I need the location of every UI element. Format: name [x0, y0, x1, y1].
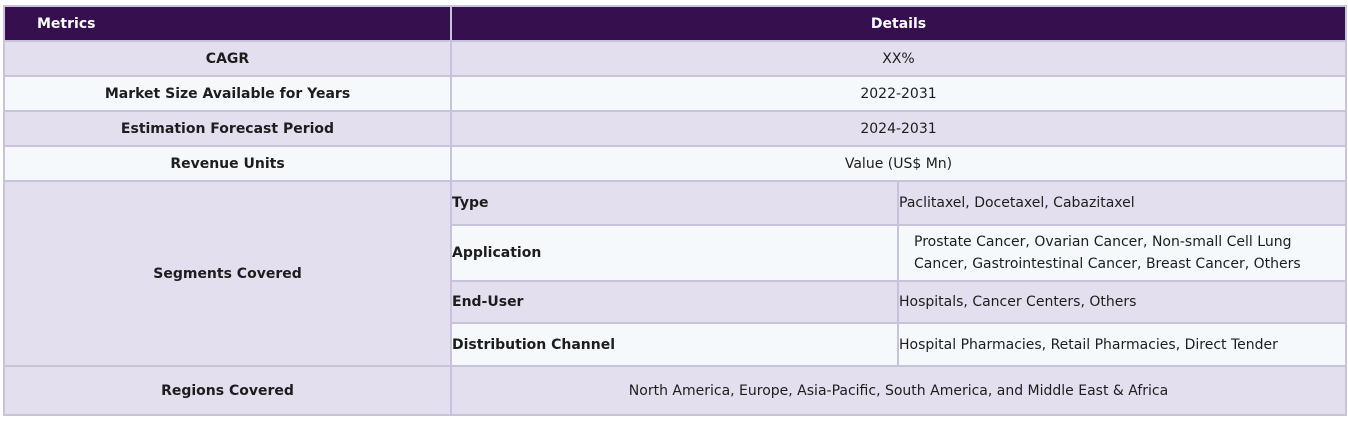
header-details: Details: [450, 5, 1347, 42]
value-cell: XX%: [450, 40, 1347, 77]
table-row: Regions Covered North America, Europe, A…: [3, 365, 1347, 416]
table-row: Market Size Available for Years 2022-203…: [3, 75, 1347, 112]
table-row: Revenue Units Value (US$ Mn): [3, 145, 1347, 182]
segment-key: Application: [450, 224, 899, 282]
header-row: Metrics Details: [3, 5, 1347, 42]
segment-key: Type: [450, 180, 899, 226]
table-row: CAGR XX%: [3, 40, 1347, 77]
segment-value: Prostate Cancer, Ovarian Cancer, Non-sma…: [897, 224, 1347, 282]
value-cell: 2022-2031: [450, 75, 1347, 112]
header-metrics: Metrics: [3, 5, 452, 42]
metric-cell: CAGR: [3, 40, 452, 77]
value-cell: 2024-2031: [450, 110, 1347, 147]
metric-cell: Revenue Units: [3, 145, 452, 182]
report-scope-table: Metrics Details CAGR XX% Market Size Ava…: [3, 5, 1347, 416]
value-cell: North America, Europe, Asia-Pacific, Sou…: [450, 365, 1347, 416]
segment-key: End-User: [450, 280, 899, 324]
segment-value: Hospital Pharmacies, Retail Pharmacies, …: [897, 322, 1347, 367]
metric-cell: Market Size Available for Years: [3, 75, 452, 112]
table-row: Estimation Forecast Period 2024-2031: [3, 110, 1347, 147]
segment-key: Distribution Channel: [450, 322, 899, 367]
metric-cell: Regions Covered: [3, 365, 452, 416]
value-cell: Value (US$ Mn): [450, 145, 1347, 182]
segment-row-type: Segments Covered Type Paclitaxel, Doceta…: [3, 180, 1347, 367]
segment-value: Hospitals, Cancer Centers, Others: [897, 280, 1347, 324]
metric-cell: Estimation Forecast Period: [3, 110, 452, 147]
segments-label: Segments Covered: [3, 180, 452, 367]
segment-value: Paclitaxel, Docetaxel, Cabazitaxel: [897, 180, 1347, 226]
